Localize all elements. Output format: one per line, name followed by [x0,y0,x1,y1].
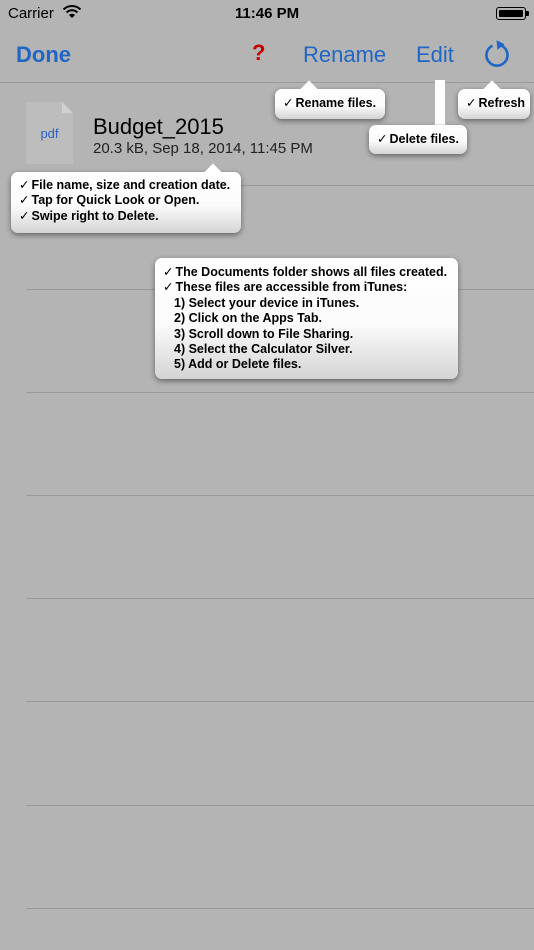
row-separator [26,701,534,702]
tooltip-step: 1) Select your device in iTunes. [174,295,360,310]
battery-icon [496,7,529,20]
row-separator [26,908,534,909]
help-button[interactable]: ? [252,40,265,66]
tooltip-text: Swipe right to Delete. [31,208,159,223]
tooltip-text: Rename files. [295,96,377,110]
documents-info-tooltip: ✓ The Documents folder shows all files cr… [155,258,458,379]
row-separator [26,495,534,496]
file-info-tooltip: ✓ File name, size and creation date. ✓ Tap… [11,163,241,233]
tooltip-pointer [435,80,445,128]
refresh-tooltip: ✓ Refresh [458,80,530,119]
delete-tooltip: ✓ Delete files. [369,125,467,154]
rename-button[interactable]: Rename [303,42,386,68]
navigation-bar: Done ? Rename Edit [0,28,534,83]
done-button[interactable]: Done [16,42,71,68]
edit-button[interactable]: Edit [416,42,454,68]
tooltip-text: File name, size and creation date. [31,178,231,192]
tooltip-text: These files are accessible from iTunes: [175,280,408,295]
row-separator [26,392,534,393]
tooltip-text: Refresh [478,96,526,110]
row-separator [26,805,534,806]
clock: 11:46 PM [234,5,300,22]
refresh-icon[interactable] [482,38,512,68]
tooltip-step: 2) Click on the Apps Tab. [174,311,322,326]
tooltip-text: Tap for Quick Look or Open. [31,193,200,208]
rename-tooltip: ✓ Rename files. [275,80,385,119]
tooltip-step: 5) Add or Delete files. [174,357,302,372]
file-type-label: pdf [40,126,59,141]
tooltip-text: Delete files. [389,132,459,146]
tooltip-step: 3) Scroll down to File Sharing. [174,326,354,341]
row-separator [26,598,534,599]
status-bar: Carrier 11:46 PM [0,0,534,28]
file-name: Budget_2015 [93,114,224,139]
tooltip-step: 4) Select the Calculator Silver. [174,342,353,357]
tooltip-text: The Documents folder shows all files cre… [175,265,448,279]
file-meta: 20.3 kB, Sep 18, 2014, 11:45 PM [93,140,313,157]
